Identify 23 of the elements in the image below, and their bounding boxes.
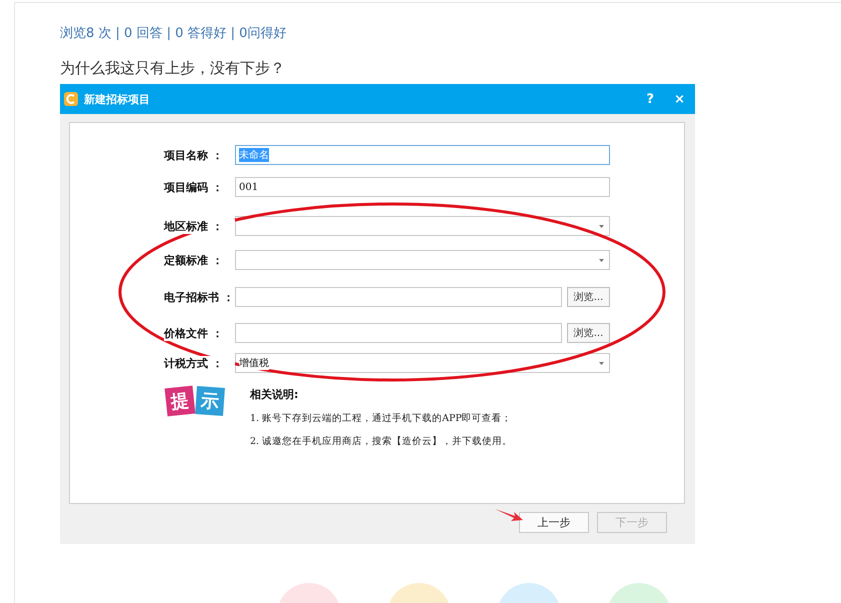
- tip-badge: 提 示: [166, 387, 224, 427]
- app-logo-icon: [64, 92, 78, 106]
- dropdown-field[interactable]: [235, 250, 610, 270]
- tip-note: 1. 账号下存到云端的工程，通过手机下载的APP即可查看；: [250, 412, 512, 425]
- dialog-title: 新建招标项目: [84, 92, 151, 106]
- input-field[interactable]: 001: [235, 177, 610, 197]
- dropdown-arrow-icon: [599, 259, 604, 262]
- input-field[interactable]: [235, 287, 562, 307]
- dropdown-arrow-icon: [599, 225, 604, 228]
- dropdown-field[interactable]: [235, 216, 610, 236]
- dropdown-field[interactable]: 增值税: [235, 353, 610, 373]
- question-stats: 浏览8 次 | 0 回答 | 0 答得好 | 0问得好: [60, 25, 288, 42]
- field-label: 地区标准 ：: [164, 218, 235, 234]
- input-field[interactable]: [235, 323, 562, 343]
- previous-step-button[interactable]: 上一步: [519, 512, 589, 533]
- dropdown-arrow-icon: [599, 362, 604, 365]
- browse-button[interactable]: 浏览...: [567, 287, 610, 307]
- tip-title: 相关说明:: [250, 387, 300, 402]
- annotation-arrow: [495, 508, 523, 522]
- field-label: 计税方式 ：: [164, 356, 235, 370]
- question-title: 为什么我这只有上步，没有下步？: [60, 59, 286, 78]
- tip-note: 2. 诚邀您在手机应用商店，搜索【造价云】，并下载使用。: [250, 435, 512, 448]
- browse-button[interactable]: 浏览...: [567, 323, 610, 343]
